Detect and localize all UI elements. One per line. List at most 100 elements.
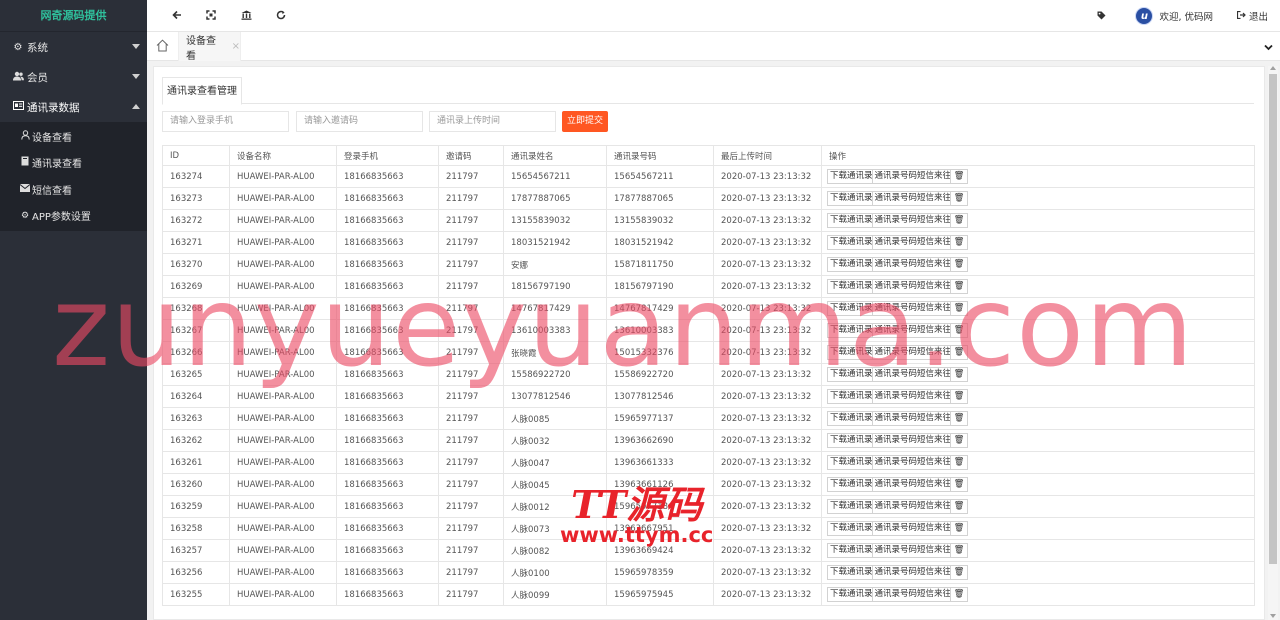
contact-sms-button[interactable]: 通讯录号码短信来往 <box>871 191 955 206</box>
scrollbar[interactable] <box>1268 66 1278 620</box>
invite-code-input[interactable]: 请输入邀请码 <box>296 111 423 132</box>
contact-sms-button[interactable]: 通讯录号码短信来往 <box>871 213 955 228</box>
contact-sms-button[interactable]: 通讯录号码短信来往 <box>871 389 955 404</box>
download-contacts-button[interactable]: 下载通讯录 <box>827 257 876 272</box>
download-contacts-button[interactable]: 下载通讯录 <box>827 345 876 360</box>
home-icon[interactable] <box>156 39 170 53</box>
bank-icon[interactable] <box>238 8 254 24</box>
trash-icon[interactable]: 🗑 <box>950 301 969 316</box>
table-cell: 2020-07-13 23:13:32 <box>713 517 822 540</box>
tag-icon[interactable] <box>1097 11 1107 21</box>
sidebar-group-members[interactable]: 会员 <box>0 62 147 92</box>
download-contacts-button[interactable]: 下载通讯录 <box>827 565 876 580</box>
contact-sms-button[interactable]: 通讯录号码短信来往 <box>871 521 955 536</box>
table-cell: 18166835663 <box>336 429 439 452</box>
table-cell: 163256 <box>162 561 230 584</box>
scroll-thumb[interactable] <box>1269 74 1277 564</box>
download-contacts-button[interactable]: 下载通讯录 <box>827 543 876 558</box>
contact-sms-button[interactable]: 通讯录号码短信来往 <box>871 411 955 426</box>
download-contacts-button[interactable]: 下载通讯录 <box>827 191 876 206</box>
phone-input[interactable]: 请输入登录手机 <box>162 111 289 132</box>
trash-icon[interactable]: 🗑 <box>950 169 969 184</box>
contact-sms-button[interactable]: 通讯录号码短信来往 <box>871 477 955 492</box>
trash-icon[interactable]: 🗑 <box>950 587 969 602</box>
download-contacts-button[interactable]: 下载通讯录 <box>827 499 876 514</box>
table-cell: 211797 <box>438 385 504 408</box>
contact-sms-button[interactable]: 通讯录号码短信来往 <box>871 543 955 558</box>
sidebar-group-system[interactable]: ⚙ 系统 <box>0 32 147 62</box>
contact-sms-button[interactable]: 通讯录号码短信来往 <box>871 455 955 470</box>
download-contacts-button[interactable]: 下载通讯录 <box>827 477 876 492</box>
trash-icon[interactable]: 🗑 <box>950 455 969 470</box>
welcome-text[interactable]: 欢迎, 优码网 <box>1159 9 1213 23</box>
contact-sms-button[interactable]: 通讯录号码短信来往 <box>871 279 955 294</box>
trash-icon[interactable]: 🗑 <box>950 345 969 360</box>
table-cell: 18166835663 <box>336 209 439 232</box>
tab-contacts-management[interactable]: 通讯录查看管理 <box>162 77 242 105</box>
trash-icon[interactable]: 🗑 <box>950 367 969 382</box>
sidebar-item-device-view[interactable]: 设备查看 <box>0 123 147 150</box>
download-contacts-button[interactable]: 下载通讯录 <box>827 235 876 250</box>
trash-icon[interactable]: 🗑 <box>950 323 969 338</box>
trash-icon[interactable]: 🗑 <box>950 235 969 250</box>
download-contacts-button[interactable]: 下载通讯录 <box>827 389 876 404</box>
download-contacts-button[interactable]: 下载通讯录 <box>827 169 876 184</box>
contact-sms-button[interactable]: 通讯录号码短信来往 <box>871 345 955 360</box>
download-contacts-button[interactable]: 下载通讯录 <box>827 521 876 536</box>
contact-sms-button[interactable]: 通讯录号码短信来往 <box>871 301 955 316</box>
trash-icon[interactable]: 🗑 <box>950 213 969 228</box>
sidebar-item-app-settings[interactable]: ⚙ APP参数设置 <box>0 203 147 230</box>
column-header: 最后上传时间 <box>713 145 822 166</box>
trash-icon[interactable]: 🗑 <box>950 257 969 272</box>
download-contacts-button[interactable]: 下载通讯录 <box>827 455 876 470</box>
contact-sms-button[interactable]: 通讯录号码短信来往 <box>871 323 955 338</box>
download-contacts-button[interactable]: 下载通讯录 <box>827 367 876 382</box>
download-contacts-button[interactable]: 下载通讯录 <box>827 587 876 602</box>
fullscreen-icon[interactable] <box>203 8 219 24</box>
download-contacts-button[interactable]: 下载通讯录 <box>827 411 876 426</box>
submit-button[interactable]: 立即提交 <box>562 111 608 132</box>
trash-icon[interactable]: 🗑 <box>950 521 969 536</box>
close-icon[interactable]: × <box>232 41 240 52</box>
sidebar-item-sms-view[interactable]: 短信查看 <box>0 176 147 203</box>
upload-time-input[interactable]: 通讯录上传时间 <box>429 111 556 132</box>
tab-device-view[interactable]: 设备查看 × <box>178 32 241 62</box>
avatar[interactable]: u <box>1135 7 1154 25</box>
refresh-icon[interactable] <box>273 8 289 24</box>
table-cell: 211797 <box>438 473 504 496</box>
table-row: 163273 HUAWEI-PAR-AL00 18166835663 211797 17… <box>162 187 1255 210</box>
contact-sms-button[interactable]: 通讯录号码短信来往 <box>871 499 955 514</box>
trash-icon[interactable]: 🗑 <box>950 477 969 492</box>
trash-icon[interactable]: 🗑 <box>950 565 969 580</box>
contact-sms-button[interactable]: 通讯录号码短信来往 <box>871 169 955 184</box>
contact-sms-button[interactable]: 通讯录号码短信来往 <box>871 565 955 580</box>
trash-icon[interactable]: 🗑 <box>950 279 969 294</box>
trash-icon[interactable]: 🗑 <box>950 543 969 558</box>
logout-icon[interactable] <box>1236 10 1246 22</box>
chevron-down-icon[interactable] <box>1264 41 1273 51</box>
trash-icon[interactable]: 🗑 <box>950 191 969 206</box>
contact-sms-button[interactable]: 通讯录号码短信来往 <box>871 257 955 272</box>
download-contacts-button[interactable]: 下载通讯录 <box>827 323 876 338</box>
contact-sms-button[interactable]: 通讯录号码短信来往 <box>871 433 955 448</box>
download-contacts-button[interactable]: 下载通讯录 <box>827 279 876 294</box>
table-cell: 18031521942 <box>503 231 607 254</box>
back-arrow-icon[interactable] <box>169 8 185 24</box>
sidebar-item-contacts-view[interactable]: 通讯录查看 <box>0 150 147 177</box>
logout-link[interactable]: 退出 <box>1249 9 1268 23</box>
download-contacts-button[interactable]: 下载通讯录 <box>827 301 876 316</box>
trash-icon[interactable]: 🗑 <box>950 499 969 514</box>
contact-sms-button[interactable]: 通讯录号码短信来往 <box>871 235 955 250</box>
scroll-down-icon[interactable] <box>1270 614 1276 618</box>
contact-sms-button[interactable]: 通讯录号码短信来往 <box>871 587 955 602</box>
scroll-up-icon[interactable] <box>1270 66 1276 70</box>
sidebar-group-contacts[interactable]: 通讯录数据 <box>0 92 147 122</box>
download-contacts-button[interactable]: 下载通讯录 <box>827 213 876 228</box>
download-contacts-button[interactable]: 下载通讯录 <box>827 433 876 448</box>
trash-icon[interactable]: 🗑 <box>950 433 969 448</box>
table-row: 163269 HUAWEI-PAR-AL00 18166835663 211797 18… <box>162 275 1255 298</box>
contact-sms-button[interactable]: 通讯录号码短信来往 <box>871 367 955 382</box>
trash-icon[interactable]: 🗑 <box>950 389 969 404</box>
trash-icon[interactable]: 🗑 <box>950 411 969 426</box>
table-cell: HUAWEI-PAR-AL00 <box>229 583 337 606</box>
